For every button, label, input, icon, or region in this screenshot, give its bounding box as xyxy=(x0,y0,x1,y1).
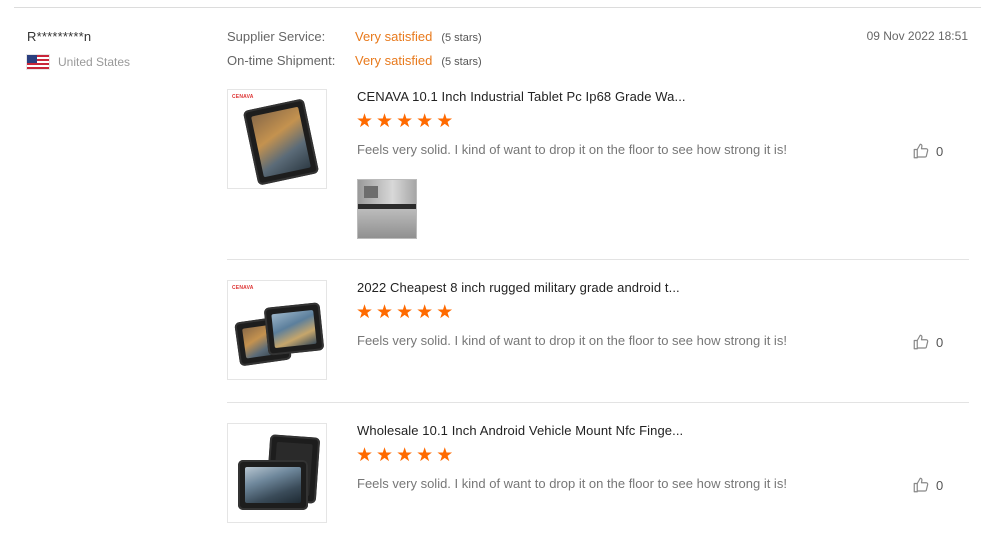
review-comment: Feels very solid. I kind of want to drop… xyxy=(357,476,787,491)
review-photo[interactable] xyxy=(357,179,417,239)
reviewer-info: R*********n United States xyxy=(27,29,130,69)
product-rating-stars: ★ ★ ★ ★ ★ xyxy=(356,112,453,131)
product-title-link[interactable]: CENAVA 10.1 Inch Industrial Tablet Pc Ip… xyxy=(357,89,686,104)
review-comment: Feels very solid. I kind of want to drop… xyxy=(357,142,787,157)
star-icon: ★ xyxy=(396,445,414,466)
product-thumbnail[interactable]: CENAVA xyxy=(227,89,327,189)
star-icon: ★ xyxy=(416,445,434,466)
thumbs-up-icon xyxy=(913,143,929,159)
product-rating-stars: ★ ★ ★ ★ ★ xyxy=(356,446,453,465)
star-icon: ★ xyxy=(416,302,434,323)
like-button[interactable]: 0 xyxy=(912,333,943,351)
star-icon: ★ xyxy=(396,302,414,323)
product-title-link[interactable]: 2022 Cheapest 8 inch rugged military gra… xyxy=(357,280,680,295)
brand-logo: CENAVA xyxy=(232,94,254,100)
top-divider xyxy=(14,7,981,8)
tablet-image xyxy=(238,460,308,510)
item-divider xyxy=(227,259,969,260)
reviewed-product-item: CENAVA CENAVA 10.1 Inch Industrial Table… xyxy=(227,89,969,249)
review-date: 09 Nov 2022 18:51 xyxy=(866,29,968,43)
rating-stars-text: (5 stars) xyxy=(441,32,482,44)
rating-supplier-service: Supplier Service: Very satisfied (5 star… xyxy=(227,29,482,53)
star-icon: ★ xyxy=(376,302,394,323)
star-icon: ★ xyxy=(436,302,454,323)
rating-value: Very satisfied xyxy=(355,53,433,68)
us-flag-icon xyxy=(27,55,49,69)
star-icon: ★ xyxy=(396,111,414,132)
reviewed-product-item: Wholesale 10.1 Inch Android Vehicle Moun… xyxy=(227,423,969,525)
product-rating-stars: ★ ★ ★ ★ ★ xyxy=(356,303,453,322)
like-count: 0 xyxy=(936,143,944,159)
item-divider xyxy=(227,402,969,403)
star-icon: ★ xyxy=(436,111,454,132)
star-icon: ★ xyxy=(356,302,374,323)
star-icon: ★ xyxy=(416,111,434,132)
thumbs-up-icon xyxy=(913,334,929,350)
rating-on-time-shipment: On-time Shipment: Very satisfied (5 star… xyxy=(227,53,482,77)
country-name: United States xyxy=(58,55,131,69)
star-icon: ★ xyxy=(356,445,374,466)
rating-label: On-time Shipment: xyxy=(227,53,336,68)
brand-logo: CENAVA xyxy=(232,285,254,291)
star-icon: ★ xyxy=(356,111,374,132)
tablet-image xyxy=(242,98,320,186)
like-button[interactable]: 0 xyxy=(912,476,943,494)
star-icon: ★ xyxy=(376,111,394,132)
reviewer-name: R*********n xyxy=(27,29,92,44)
supplier-ratings: Supplier Service: Very satisfied (5 star… xyxy=(227,29,482,77)
tablet-image xyxy=(263,302,325,356)
like-count: 0 xyxy=(936,334,944,350)
like-button[interactable]: 0 xyxy=(912,142,943,160)
product-thumbnail[interactable] xyxy=(227,423,327,523)
rating-value: Very satisfied xyxy=(355,29,433,44)
product-thumbnail[interactable]: CENAVA xyxy=(227,280,327,380)
star-icon: ★ xyxy=(376,445,394,466)
product-title-link[interactable]: Wholesale 10.1 Inch Android Vehicle Moun… xyxy=(357,423,683,438)
like-count: 0 xyxy=(936,477,944,493)
star-icon: ★ xyxy=(436,445,454,466)
reviewer-country: United States xyxy=(27,55,130,69)
review-comment: Feels very solid. I kind of want to drop… xyxy=(357,333,787,348)
thumbs-up-icon xyxy=(913,477,929,493)
rating-label: Supplier Service: xyxy=(227,29,326,44)
reviewed-product-item: CENAVA 2022 Cheapest 8 inch rugged milit… xyxy=(227,280,969,382)
rating-stars-text: (5 stars) xyxy=(441,56,482,68)
